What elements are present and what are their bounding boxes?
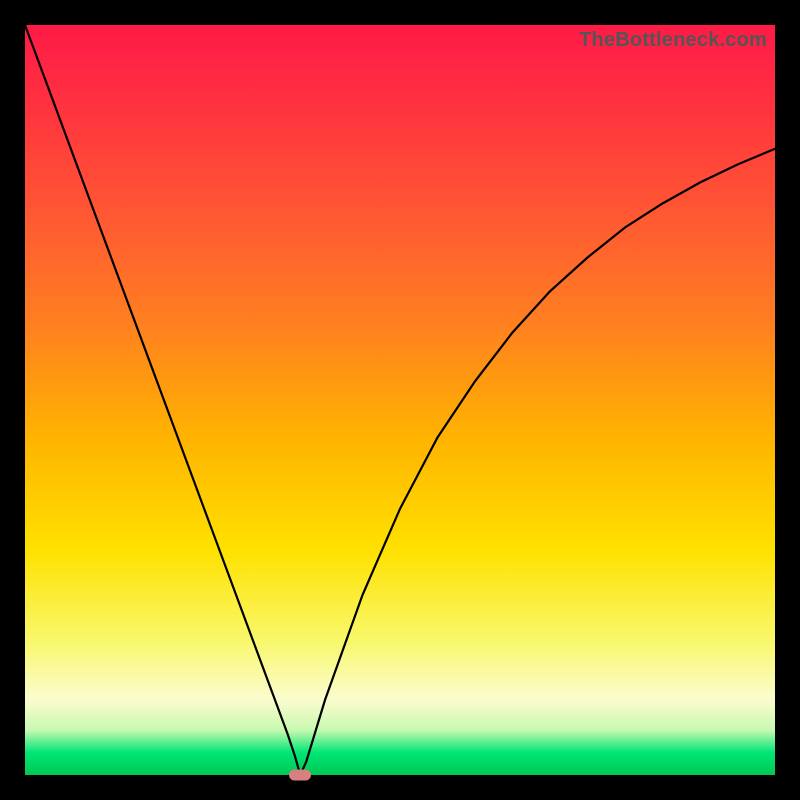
chart-frame: TheBottleneck.com (0, 0, 800, 800)
minimum-marker (289, 770, 311, 781)
plot-area: TheBottleneck.com (25, 25, 775, 775)
curve-path (25, 25, 775, 775)
bottleneck-curve (25, 25, 775, 775)
